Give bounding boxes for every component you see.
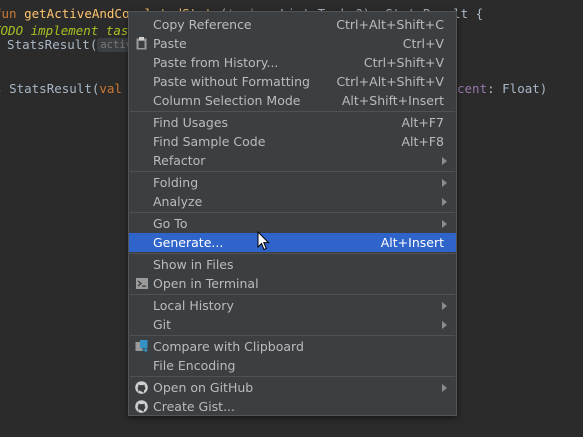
menu-item-label: Analyze	[153, 194, 203, 209]
menu-item-label: Git	[153, 317, 172, 332]
submenu-arrow-icon	[442, 179, 447, 187]
menu-item-shortcut: Alt+F7	[401, 115, 444, 130]
menu-separator	[130, 212, 455, 213]
menu-item-label: Refactor	[153, 153, 206, 168]
submenu-arrow-icon	[442, 384, 447, 392]
editor-context-menu: Copy Reference Ctrl+Alt+Shift+C Paste Ct…	[128, 11, 457, 416]
menu-item-label: Find Usages	[153, 115, 229, 130]
code-line-4: s StatsResult(val a	[0, 79, 137, 98]
menu-item-label: Compare with Clipboard	[153, 339, 304, 354]
github-icon	[135, 381, 148, 394]
menu-item-shortcut: Ctrl+Alt+Shift+V	[336, 74, 444, 89]
menu-item-paste[interactable]: Paste Ctrl+V	[129, 34, 456, 53]
code-text: StatsResult(	[9, 81, 100, 96]
menu-item-label: Copy Reference	[153, 17, 252, 32]
clipboard-icon	[135, 37, 148, 50]
menu-item-find-sample-code[interactable]: Find Sample Code Alt+F8	[129, 132, 456, 151]
keyword: s	[0, 81, 9, 96]
menu-separator	[130, 294, 455, 295]
menu-item-label: File Encoding	[153, 358, 236, 373]
mouse-cursor-icon	[257, 230, 271, 251]
keyword: val	[99, 81, 130, 96]
menu-separator	[130, 335, 455, 336]
menu-item-generate[interactable]: Generate... Alt+Insert	[129, 233, 456, 252]
menu-item-paste-without-formatting[interactable]: Paste without Formatting Ctrl+Alt+Shift+…	[129, 72, 456, 91]
code-text: : Float)	[487, 81, 548, 96]
compare-icon	[135, 340, 148, 353]
menu-item-show-in-files[interactable]: Show in Files	[129, 255, 456, 274]
menu-item-paste-from-history[interactable]: Paste from History... Ctrl+Shift+V	[129, 53, 456, 72]
menu-item-label: Column Selection Mode	[153, 93, 301, 108]
menu-item-label: Generate...	[153, 235, 224, 250]
code-text: n StatsResult(	[0, 37, 98, 52]
menu-item-label: Local History	[153, 298, 234, 313]
menu-item-local-history[interactable]: Local History	[129, 296, 456, 315]
terminal-icon	[135, 277, 148, 290]
menu-separator	[130, 253, 455, 254]
menu-item-label: Open on GitHub	[153, 380, 254, 395]
menu-item-compare-with-clipboard[interactable]: Compare with Clipboard	[129, 337, 456, 356]
menu-item-label: Create Gist...	[153, 399, 236, 414]
github-icon	[135, 400, 148, 413]
menu-item-column-selection-mode[interactable]: Column Selection Mode Alt+Shift+Insert	[129, 91, 456, 110]
menu-item-shortcut: Ctrl+Shift+V	[363, 55, 444, 70]
submenu-arrow-icon	[442, 302, 447, 310]
submenu-arrow-icon	[442, 220, 447, 228]
submenu-arrow-icon	[442, 321, 447, 329]
menu-item-shortcut: Alt+Shift+Insert	[341, 93, 444, 108]
menu-item-git[interactable]: Git	[129, 315, 456, 334]
menu-item-label: Paste	[153, 36, 187, 51]
menu-item-label: Show in Files	[153, 257, 234, 272]
menu-item-shortcut: Alt+F8	[401, 134, 444, 149]
submenu-arrow-icon	[442, 198, 447, 206]
submenu-arrow-icon	[442, 157, 447, 165]
code-line-4-tail: cent: Float)	[457, 79, 547, 98]
menu-item-label: Paste from History...	[153, 55, 279, 70]
property-name: cent	[457, 81, 488, 96]
menu-separator	[130, 376, 455, 377]
menu-item-refactor[interactable]: Refactor	[129, 151, 456, 170]
menu-item-label: Folding	[153, 175, 199, 190]
menu-item-open-in-terminal[interactable]: Open in Terminal	[129, 274, 456, 293]
menu-item-copy-reference[interactable]: Copy Reference Ctrl+Alt+Shift+C	[129, 15, 456, 34]
menu-item-label: Find Sample Code	[153, 134, 266, 149]
menu-item-label: Paste without Formatting	[153, 74, 310, 89]
menu-item-open-on-github[interactable]: Open on GitHub	[129, 378, 456, 397]
menu-item-label: Go To	[153, 216, 188, 231]
code-line-3: n StatsResult(activ	[0, 35, 135, 54]
menu-item-folding[interactable]: Folding	[129, 173, 456, 192]
menu-item-shortcut: Ctrl+Alt+Shift+C	[336, 17, 444, 32]
menu-item-analyze[interactable]: Analyze	[129, 192, 456, 211]
menu-item-create-gist[interactable]: Create Gist...	[129, 397, 456, 416]
menu-item-find-usages[interactable]: Find Usages Alt+F7	[129, 113, 456, 132]
menu-item-label: Open in Terminal	[153, 276, 259, 291]
menu-item-shortcut: Ctrl+V	[402, 36, 444, 51]
menu-item-go-to[interactable]: Go To	[129, 214, 456, 233]
keyword: fun	[0, 6, 17, 21]
menu-item-shortcut: Alt+Insert	[380, 235, 444, 250]
menu-separator	[130, 111, 455, 112]
menu-separator	[130, 171, 455, 172]
menu-item-file-encoding[interactable]: File Encoding	[129, 356, 456, 375]
